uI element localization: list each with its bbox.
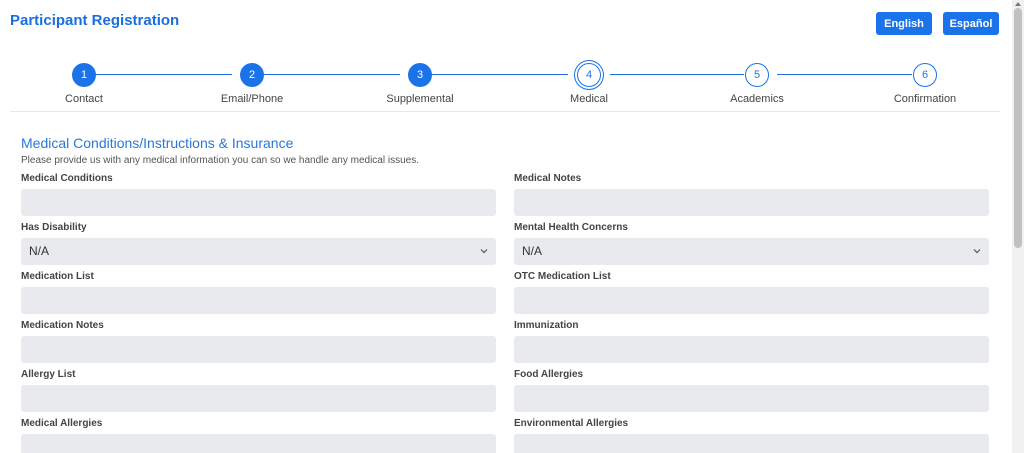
immunization-label: Immunization xyxy=(514,320,579,331)
mental-health-select[interactable]: N/A xyxy=(514,238,989,265)
scroll-up-icon[interactable] xyxy=(1015,2,1021,6)
page-title: Participant Registration xyxy=(10,12,180,29)
step-4-circle[interactable]: 4 xyxy=(577,63,601,87)
section-subtitle: Please provide us with any medical infor… xyxy=(21,155,419,166)
allergy-list-label: Allergy List xyxy=(21,369,76,380)
has-disability-label: Has Disability xyxy=(21,222,87,233)
medical-allergies-label: Medical Allergies xyxy=(21,418,103,429)
medical-notes-input[interactable] xyxy=(514,189,989,216)
spanish-button[interactable]: Español xyxy=(943,12,999,35)
medical-conditions-input[interactable] xyxy=(21,189,496,216)
registration-page: Participant Registration English Español… xyxy=(0,0,1012,453)
immunization-input[interactable] xyxy=(514,336,989,363)
has-disability-select[interactable]: N/A xyxy=(21,238,496,265)
step-1-label: Contact xyxy=(65,93,103,105)
medication-notes-input[interactable] xyxy=(21,336,496,363)
step-connector xyxy=(432,74,568,75)
step-connector xyxy=(610,74,744,75)
vertical-scrollbar[interactable] xyxy=(1012,0,1024,453)
medication-list-label: Medication List xyxy=(21,271,94,282)
medication-notes-label: Medication Notes xyxy=(21,320,104,331)
otc-medication-input[interactable] xyxy=(514,287,989,314)
chevron-down-icon xyxy=(973,249,981,254)
step-6-circle[interactable]: 6 xyxy=(913,63,937,87)
section-title: Medical Conditions/Instructions & Insura… xyxy=(21,135,294,151)
food-allergies-input[interactable] xyxy=(514,385,989,412)
step-4-label: Medical xyxy=(570,93,608,105)
allergy-list-input[interactable] xyxy=(21,385,496,412)
step-connector xyxy=(264,74,400,75)
food-allergies-label: Food Allergies xyxy=(514,369,584,380)
has-disability-value: N/A xyxy=(29,244,50,258)
medical-allergies-input[interactable] xyxy=(21,434,496,453)
step-3-circle[interactable]: 3 xyxy=(408,63,432,87)
step-2-label: Email/Phone xyxy=(220,93,284,105)
chevron-down-icon xyxy=(480,249,488,254)
medical-notes-label: Medical Notes xyxy=(514,173,582,184)
step-3-label: Supplemental xyxy=(386,93,454,105)
step-1-circle[interactable]: 1 xyxy=(72,63,96,87)
english-button[interactable]: English xyxy=(876,12,932,35)
medication-list-input[interactable] xyxy=(21,287,496,314)
step-connector xyxy=(777,74,912,75)
environmental-allergies-input[interactable] xyxy=(514,434,989,453)
otc-medication-label: OTC Medication List xyxy=(514,271,611,282)
step-2-circle[interactable]: 2 xyxy=(240,63,264,87)
mental-health-label: Mental Health Concerns xyxy=(514,222,628,233)
scrollbar-thumb[interactable] xyxy=(1014,8,1022,248)
step-6-label: Confirmation xyxy=(893,93,957,105)
environmental-allergies-label: Environmental Allergies xyxy=(514,418,629,429)
step-connector xyxy=(96,74,232,75)
medical-conditions-label: Medical Conditions xyxy=(21,173,113,184)
step-5-label: Academics xyxy=(730,93,784,105)
mental-health-value: N/A xyxy=(522,244,543,258)
step-5-circle[interactable]: 5 xyxy=(745,63,769,87)
progress-stepper: 1 2 3 4 5 6 Contact Email/Phone Suppleme… xyxy=(10,58,1000,112)
